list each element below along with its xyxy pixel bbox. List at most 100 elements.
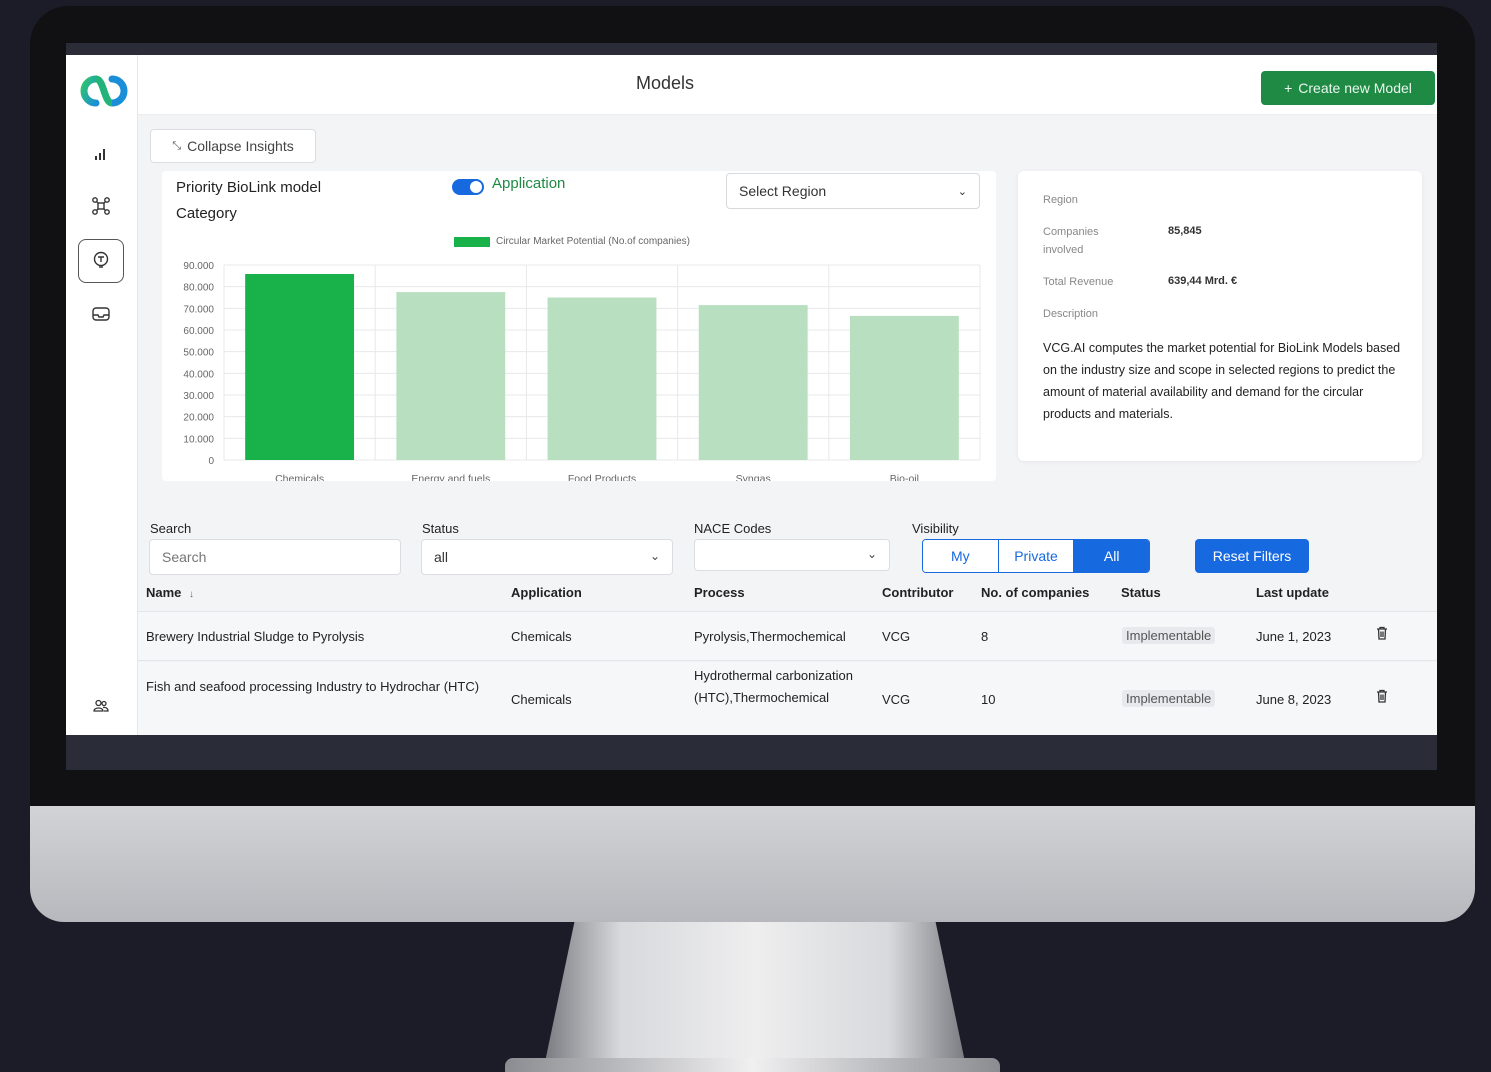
app-logo[interactable] <box>76 69 132 113</box>
revenue-label: Total Revenue <box>1043 276 1114 288</box>
region-label: Region <box>1043 194 1078 206</box>
chart-card-title: Priority BioLink model Category <box>176 179 322 222</box>
monitor-mockup: Models + Create new Model ⤡ Collapse Ins… <box>0 0 1491 1072</box>
row-name[interactable]: Brewery Industrial Sludge to Pyrolysis <box>146 626 364 648</box>
y-tick-label: 60.000 <box>183 326 214 337</box>
chart-bar <box>849 315 959 460</box>
row-process: Hydrothermal carbonization (HTC),Thermoc… <box>694 668 853 705</box>
column-header-process[interactable]: Process <box>694 585 745 600</box>
companies-label: Companies involved <box>1043 226 1099 256</box>
page-title: Models <box>636 73 695 93</box>
y-tick-label: 80.000 <box>183 283 214 294</box>
x-tick-label: Bio-oil <box>890 473 919 481</box>
trash-icon[interactable] <box>1376 626 1388 643</box>
network-icon[interactable] <box>90 195 112 217</box>
chart-bar <box>245 274 355 460</box>
visibility-toggle-group: My Private All <box>922 539 1150 573</box>
collapse-insights-label: Collapse Insights <box>187 138 294 154</box>
description-label: Description <box>1043 308 1099 320</box>
chevron-down-icon: ⌄ <box>649 549 660 563</box>
collapse-insights-button[interactable]: ⤡ Collapse Insights <box>150 129 316 163</box>
row-last-update: June 8, 2023 <box>1256 692 1332 707</box>
row-application: Chemicals <box>511 692 572 707</box>
monitor-foot <box>505 1058 1000 1072</box>
y-tick-label: 20.000 <box>183 413 214 424</box>
reset-filters-button[interactable]: Reset Filters <box>1195 539 1309 573</box>
region-select-placeholder: Select Region <box>739 183 827 199</box>
lightbulb-icon[interactable] <box>90 249 112 271</box>
row-last-update: June 1, 2023 <box>1256 629 1332 644</box>
x-tick-label: Food Products <box>568 473 636 481</box>
visibility-label: Visibility <box>912 521 959 536</box>
row-process: Pyrolysis,Thermochemical <box>694 629 846 644</box>
trash-icon[interactable] <box>1376 689 1388 706</box>
y-tick-label: 0 <box>208 456 214 467</box>
status-select[interactable]: all ⌄ <box>421 539 673 575</box>
sidebar <box>66 55 138 735</box>
y-tick-label: 90.000 <box>183 261 214 272</box>
visibility-my-button[interactable]: My <box>923 540 999 572</box>
row-application: Chemicals <box>511 629 572 644</box>
status-label: Status <box>422 521 459 536</box>
application-toggle-label: Application <box>492 175 566 192</box>
bar-chart: 0 10.000 20.000 30.000 40.000 50.000 60.000 70.… <box>183 261 981 481</box>
companies-value: 85,845 <box>1168 225 1202 237</box>
description-text: VCG.AI computes the market potential for… <box>1043 341 1401 421</box>
nace-codes-label: NACE Codes <box>694 521 772 536</box>
create-new-model-button[interactable]: + Create new Model <box>1261 71 1435 105</box>
revenue-value: 639,44 Mrd. € <box>1168 275 1238 287</box>
application-toggle[interactable] <box>452 179 484 195</box>
create-new-model-label: Create new Model <box>1298 80 1412 96</box>
chart-bar <box>698 305 808 460</box>
row-contributor: VCG <box>882 692 911 707</box>
y-tick-label: 10.000 <box>183 434 214 445</box>
y-tick-label: 30.000 <box>183 391 214 402</box>
plus-icon: + <box>1284 80 1293 96</box>
sort-arrow-icon: ↓ <box>189 589 195 600</box>
column-header-companies[interactable]: No. of companies <box>981 585 1089 600</box>
y-tick-label: 40.000 <box>183 369 214 380</box>
table-row[interactable]: Fish and seafood processing Industry to … <box>138 662 1437 735</box>
column-header-status[interactable]: Status <box>1121 585 1161 600</box>
visibility-all-button[interactable]: All <box>1074 540 1149 572</box>
region-select[interactable]: Select Region ⌄ <box>726 173 980 209</box>
row-name[interactable]: Fish and seafood processing Industry to … <box>146 676 496 698</box>
x-tick-label: Energy and fuels <box>411 473 490 481</box>
screen: Models + Create new Model ⤡ Collapse Ins… <box>66 43 1437 770</box>
app-window: Models + Create new Model ⤡ Collapse Ins… <box>66 55 1437 735</box>
legend-label: Circular Market Potential (No.of compani… <box>496 236 690 247</box>
inbox-icon[interactable] <box>90 303 112 325</box>
bar-chart-icon[interactable] <box>90 143 112 165</box>
status-select-value: all <box>434 549 449 565</box>
column-header-contributor[interactable]: Contributor <box>882 585 953 600</box>
chart-legend: Circular Market Potential (No.of compani… <box>454 236 690 247</box>
row-companies: 10 <box>981 692 996 707</box>
chevron-down-icon: ⌄ <box>957 185 967 198</box>
x-tick-label: Syngas <box>736 473 771 481</box>
y-tick-label: 50.000 <box>183 348 214 359</box>
monitor-stand <box>545 922 965 1062</box>
table-row[interactable]: Brewery Industrial Sludge to Pyrolysis C… <box>138 611 1437 661</box>
insights-chart-card: Priority BioLink model Category Applicat… <box>162 171 996 481</box>
x-tick-label: Chemicals <box>275 473 324 481</box>
column-header-last-update[interactable]: Last update <box>1256 585 1329 600</box>
top-header: Models + Create new Model <box>138 55 1437 115</box>
visibility-private-button[interactable]: Private <box>998 540 1075 572</box>
nace-codes-select[interactable]: ⌄ <box>694 539 890 571</box>
legend-swatch <box>454 236 490 247</box>
chart-bar <box>547 297 657 460</box>
column-header-name[interactable]: Name ↓ <box>146 585 194 600</box>
search-input[interactable] <box>149 539 401 575</box>
chevron-down-icon: ⌄ <box>866 547 877 561</box>
chart-bar <box>396 292 506 460</box>
status-badge: Implementable <box>1122 627 1216 644</box>
users-icon[interactable] <box>90 695 112 717</box>
column-header-name-label: Name <box>146 585 182 600</box>
row-companies: 8 <box>981 629 989 644</box>
search-label: Search <box>150 521 192 536</box>
status-badge: Implementable <box>1122 690 1216 707</box>
insights-info-card: Region Companies involved 85,845 Total R… <box>1018 171 1422 461</box>
column-header-application[interactable]: Application <box>511 585 582 600</box>
row-contributor: VCG <box>882 629 911 644</box>
collapse-icon: ⤡ <box>172 139 182 152</box>
